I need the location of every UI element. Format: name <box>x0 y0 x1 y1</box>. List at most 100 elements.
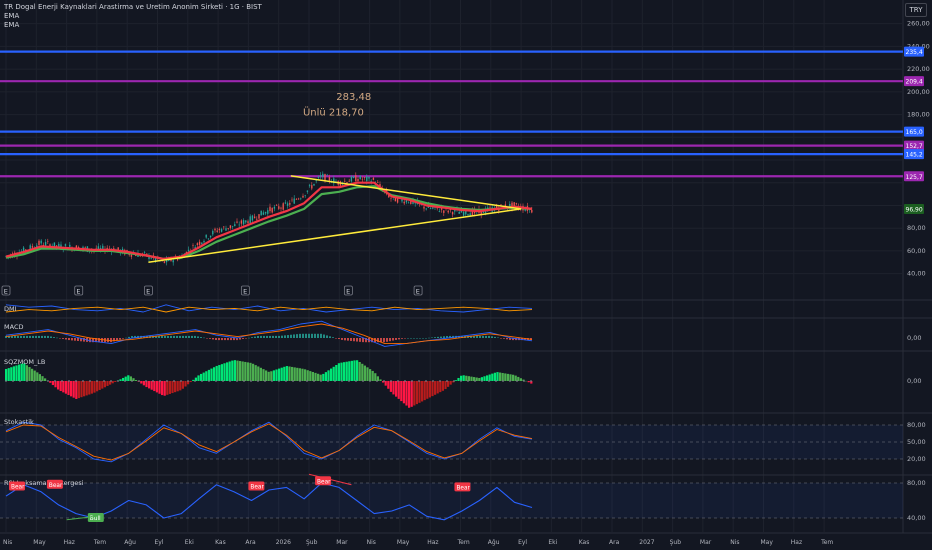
candle-body <box>500 204 502 206</box>
sqzmom-bar <box>379 379 382 381</box>
sqzmom-dot <box>495 380 497 382</box>
sqzmom-bar <box>233 360 236 381</box>
macd-histogram-bar <box>230 338 232 341</box>
divergence-label-text: Bear <box>250 485 264 491</box>
sqzmom-axis-tick: 0,00 <box>907 377 921 385</box>
macd-histogram-bar <box>83 338 85 342</box>
sqzmom-bar <box>101 381 104 389</box>
time-axis-label: Haz <box>64 539 75 546</box>
macd-histogram-bar <box>278 335 280 338</box>
sqzmom-dot <box>103 380 105 382</box>
sqzmom-bar <box>246 362 249 381</box>
sqzmom-bar <box>83 381 86 397</box>
sqzmom-bar <box>519 378 522 381</box>
sqzmom-bar <box>62 381 65 393</box>
macd-histogram-bar <box>398 338 400 340</box>
time-axis-label: Haz <box>791 539 802 546</box>
sqzmom-bar <box>358 362 361 381</box>
chart-canvas[interactable]: 40,0060,0080,00180,00200,00220,00240,002… <box>0 0 932 550</box>
candle-body <box>40 240 42 244</box>
macd-histogram-bar <box>203 337 205 339</box>
currency-button[interactable]: TRY <box>905 3 927 17</box>
sqzmom-bar <box>353 360 356 381</box>
sqzmom-dot <box>187 380 189 382</box>
sqzmom-bar <box>408 381 411 408</box>
macd-histogram-bar <box>323 334 325 338</box>
sqzmom-bar <box>275 369 278 381</box>
sqzmom-dot <box>502 380 504 382</box>
sqzmom-bar <box>288 366 291 381</box>
candle-body <box>300 198 302 200</box>
sqzmom-bar <box>441 381 444 391</box>
sqzmom-dot <box>481 380 483 382</box>
sqzmom-bar <box>527 381 530 383</box>
sqzmom-bar <box>272 370 275 381</box>
candle-body <box>350 176 353 182</box>
sqzmom-bar <box>220 364 223 381</box>
sqzmom-bar <box>301 368 304 381</box>
sqzmom-bar <box>54 381 57 388</box>
candle-body <box>311 185 313 189</box>
sqzmom-bar <box>369 369 372 381</box>
candle-body <box>326 174 328 176</box>
sqzmom-bar <box>350 360 353 381</box>
macd-histogram-bar <box>488 335 490 338</box>
earnings-marker-label: E <box>243 288 247 296</box>
sqzmom-bar <box>20 363 23 381</box>
sqzmom-bar <box>70 381 73 397</box>
macd-histogram-bar <box>239 338 241 340</box>
divergence-label-text: Bear <box>317 479 331 485</box>
macd-histogram-bar <box>233 338 235 341</box>
macd-histogram-bar <box>497 337 499 339</box>
sqzmom-bar <box>454 380 457 381</box>
sqzmom-bar <box>265 370 268 381</box>
sqzmom-dot <box>131 380 133 382</box>
candle-body <box>262 212 265 215</box>
time-axis-label: Şub <box>306 539 318 546</box>
candle-body <box>31 246 34 248</box>
macd-histogram-bar <box>290 334 292 338</box>
indicator-ema-2[interactable]: EMA <box>4 21 262 30</box>
time-axis-label: Kas <box>579 539 590 546</box>
sqzmom-dot <box>61 380 63 382</box>
candle-body <box>242 220 245 225</box>
sqzmom-bar <box>205 371 208 381</box>
candle-body <box>55 245 58 247</box>
sqzmom-dot <box>425 380 427 382</box>
macd-histogram-bar <box>326 335 328 338</box>
macd-histogram-bar <box>284 335 286 338</box>
candle-body <box>220 229 223 232</box>
macd-histogram-bar <box>110 338 112 343</box>
candle-body <box>359 175 361 180</box>
macd-histogram-bar <box>173 335 175 338</box>
sqzmom-bar <box>361 363 364 381</box>
candle-body <box>366 176 368 182</box>
sqzmom-dot <box>404 380 406 382</box>
price-axis-tick: 200,00 <box>907 88 930 96</box>
sqzmom-dot <box>229 380 231 382</box>
sqzmom-bar <box>278 368 281 381</box>
candle-body <box>267 210 269 214</box>
divergence-label-text: Bear <box>49 483 63 489</box>
sqzmom-bar <box>12 366 15 381</box>
sqzmom-bar <box>366 367 369 381</box>
macd-histogram-bar <box>353 338 355 342</box>
sqzmom-bar <box>356 360 359 381</box>
sqzmom-dot <box>243 380 245 382</box>
sqzmom-dot <box>124 380 126 382</box>
symbol-title[interactable]: TR Dogal Enerji Kaynaklari Arastirma ve … <box>4 3 262 12</box>
sqzmom-bar <box>200 373 203 381</box>
sqzmom-bar <box>218 365 221 381</box>
candle-body <box>372 177 375 180</box>
time-axis-label: 2027 <box>639 539 654 546</box>
candle-body <box>315 180 317 182</box>
candle-body <box>258 214 260 219</box>
sqzmom-dot <box>320 380 322 382</box>
macd-histogram-bar <box>362 338 364 343</box>
chart-window: 40,00 60,00 80,00 180,00 200,00 220,00 240,00 2… <box>0 0 932 550</box>
candle-body <box>355 175 357 182</box>
candle-body <box>275 204 278 206</box>
time-axis-label: Eki <box>185 539 194 546</box>
macd-histogram-bar <box>506 338 508 340</box>
indicator-ema-1[interactable]: EMA <box>4 12 262 21</box>
